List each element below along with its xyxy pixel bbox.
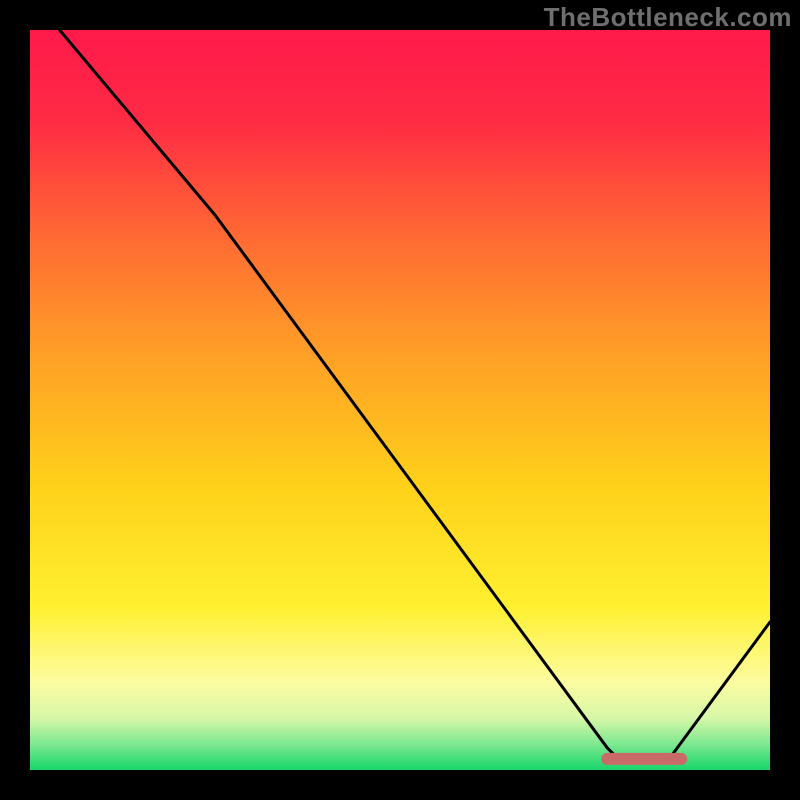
chart-svg	[30, 30, 770, 770]
chart-canvas: TheBottleneck.com	[0, 0, 800, 800]
plot-area	[30, 30, 770, 770]
watermark-text: TheBottleneck.com	[544, 2, 792, 33]
gradient-background	[30, 30, 770, 770]
